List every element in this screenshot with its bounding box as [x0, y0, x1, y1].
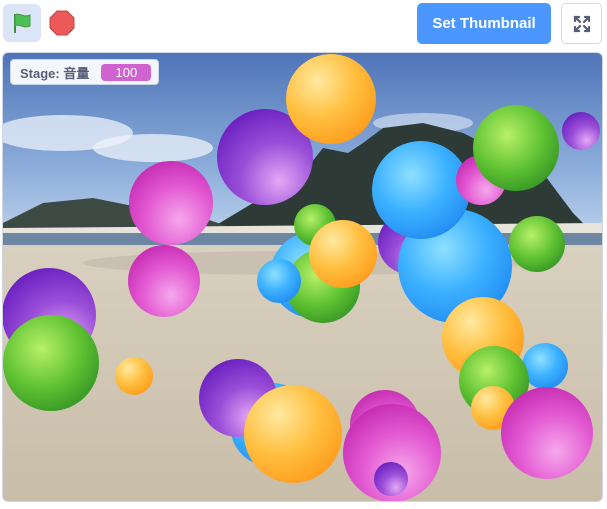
- green-flag-icon: [14, 13, 31, 33]
- fullscreen-button[interactable]: [561, 3, 602, 44]
- stage-volume-monitor: Stage: 音量 100: [10, 59, 160, 85]
- set-thumbnail-button[interactable]: Set Thumbnail: [417, 3, 551, 44]
- monitor-label: Stage: 音量: [20, 65, 90, 81]
- toolbar: Set Thumbnail: [0, 0, 607, 48]
- stop-button[interactable]: [45, 6, 79, 40]
- fullscreen-icon: [573, 15, 590, 32]
- stage-canvas: [3, 53, 602, 501]
- stop-icon: [49, 10, 75, 36]
- monitor-value: 100: [101, 63, 152, 81]
- green-flag-button[interactable]: [3, 4, 41, 42]
- stage[interactable]: Stage: 音量 100: [2, 52, 603, 502]
